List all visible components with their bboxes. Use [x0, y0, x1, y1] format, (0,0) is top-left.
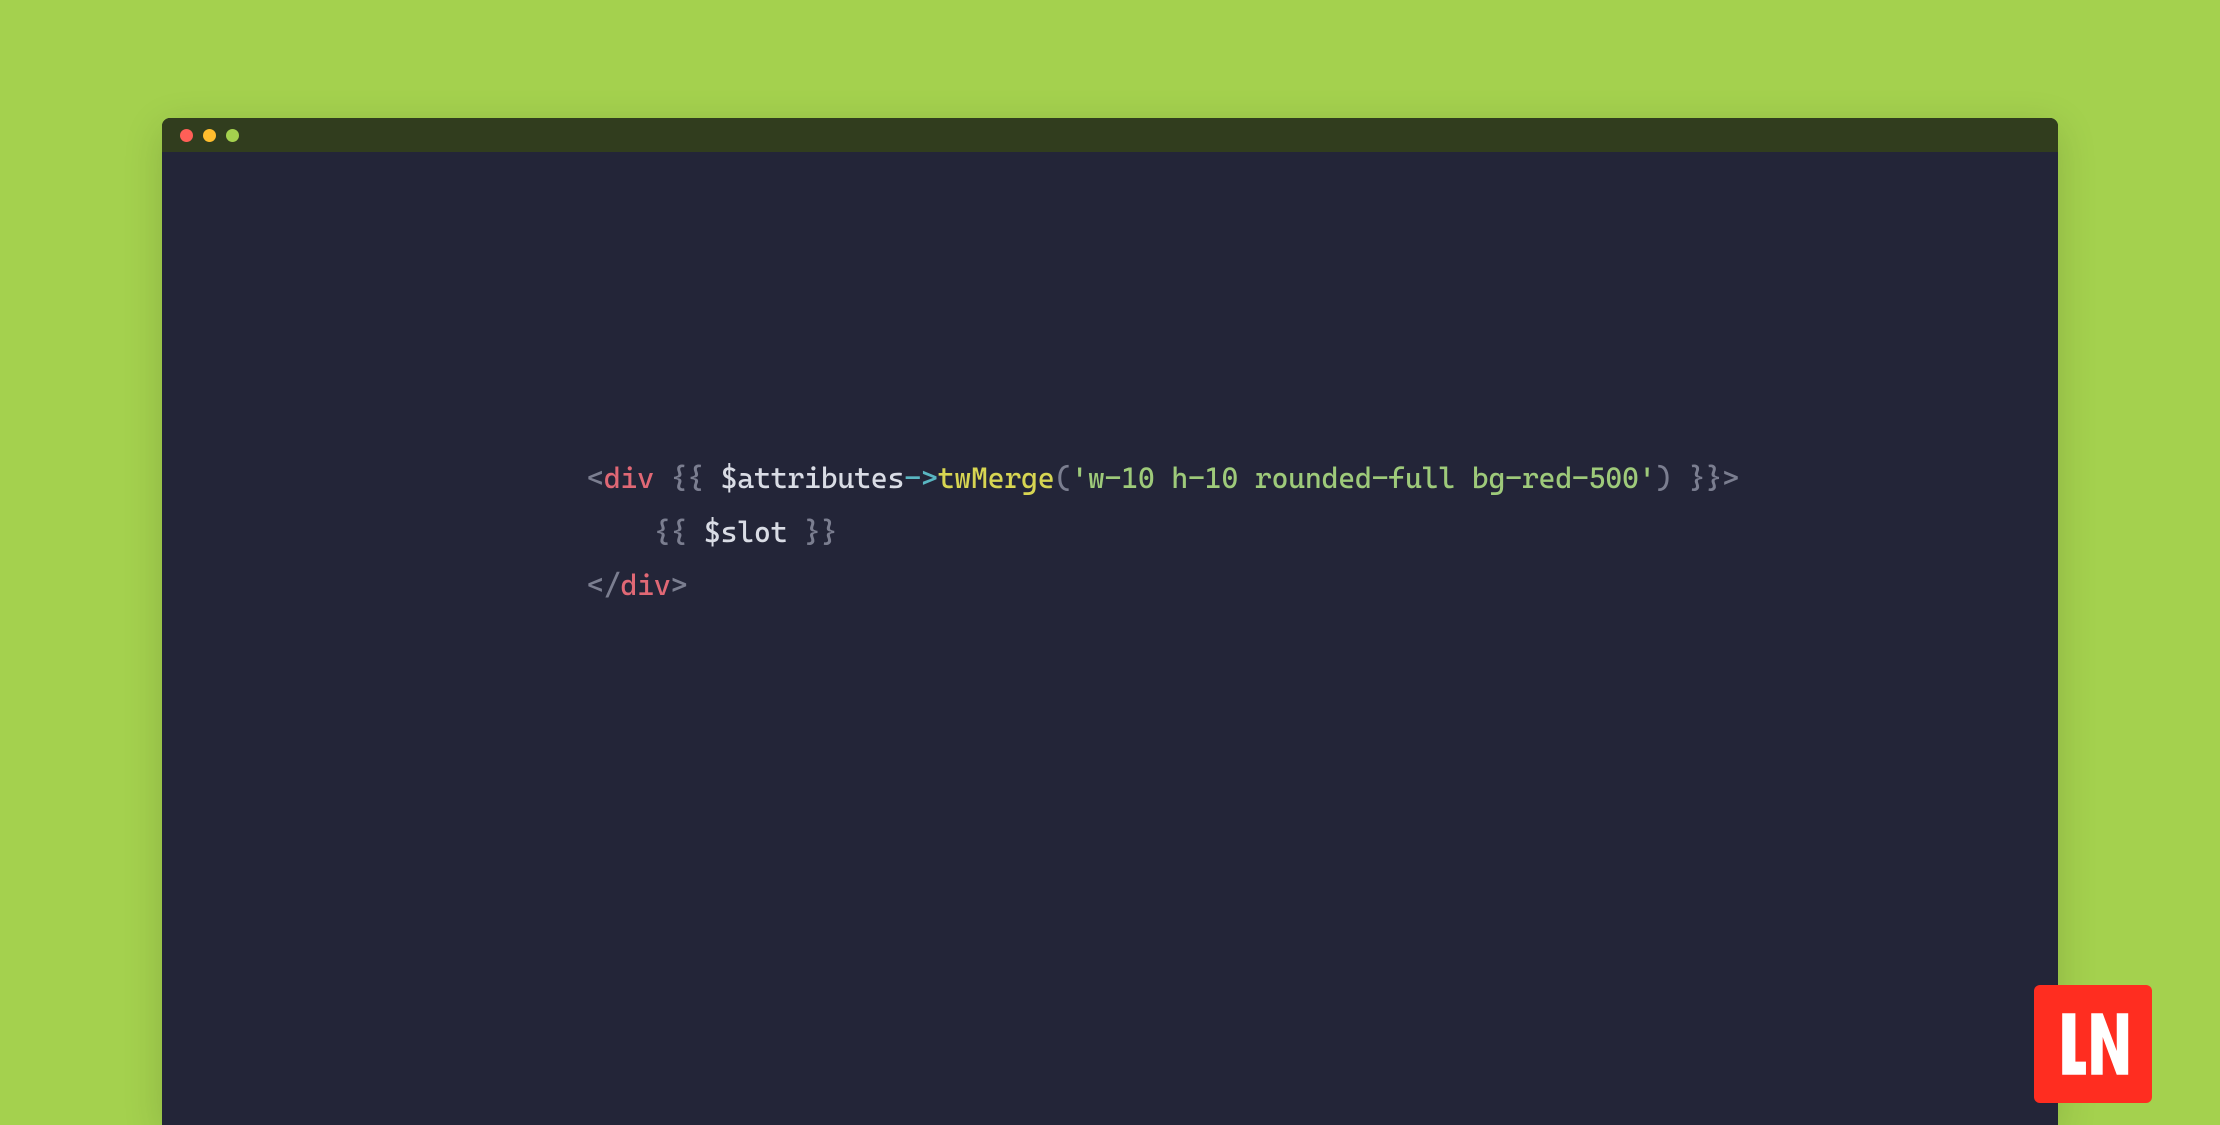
curly-close: }} — [1672, 461, 1722, 495]
terminal-window: <div {{ $attributes->twMerge('w-10 h-10 … — [162, 118, 2058, 1125]
code-editor: <div {{ $attributes->twMerge('w-10 h-10 … — [162, 152, 2058, 613]
curly-open: {{ — [670, 461, 720, 495]
minimize-icon[interactable] — [203, 129, 216, 142]
angle-close: > — [1722, 461, 1739, 495]
variable: $attributes — [721, 461, 905, 495]
logo-icon — [2049, 1000, 2137, 1088]
code-line-2: {{ $slot }} — [587, 506, 2058, 560]
arrow-operator: -> — [904, 461, 937, 495]
variable: $slot — [704, 515, 787, 549]
space — [654, 461, 671, 495]
code-line-1: <div {{ $attributes->twMerge('w-10 h-10 … — [587, 452, 2058, 506]
indent — [587, 515, 654, 549]
code-line-3: </div> — [587, 559, 2058, 613]
angle-open-close: </ — [587, 568, 620, 602]
angle-open: < — [587, 461, 604, 495]
tag-name: div — [604, 461, 654, 495]
curly-close: }} — [787, 515, 837, 549]
maximize-icon[interactable] — [226, 129, 239, 142]
method-name: twMerge — [938, 461, 1055, 495]
tag-name: div — [620, 568, 670, 602]
angle-close: > — [670, 568, 687, 602]
paren-close: ) — [1655, 461, 1672, 495]
brand-logo-badge — [2034, 985, 2152, 1103]
window-title-bar — [162, 118, 2058, 152]
paren-open: ( — [1054, 461, 1071, 495]
close-icon[interactable] — [180, 129, 193, 142]
curly-open: {{ — [654, 515, 704, 549]
string-literal: 'w-10 h-10 rounded-full bg-red-500' — [1071, 461, 1655, 495]
